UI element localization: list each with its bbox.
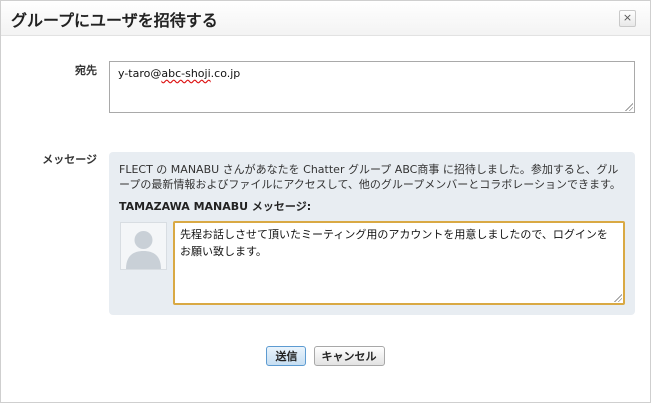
to-value-suffix: .co.jp xyxy=(210,67,241,80)
to-value-domain: abc-shoji xyxy=(161,67,211,80)
sender-heading: TAMAZAWA MANABU メッセージ: xyxy=(119,200,312,213)
cancel-button[interactable]: キャンセル xyxy=(313,346,385,366)
resize-grip-icon[interactable] xyxy=(625,103,633,111)
message-panel: FLECT の MANABU さんがあなたを Chatter グループ ABC商… xyxy=(109,152,635,315)
message-resize-grip-icon[interactable] xyxy=(614,294,622,302)
dialog-title: グループにユーザを招待する xyxy=(11,11,218,30)
avatar xyxy=(120,222,167,270)
to-label: 宛先 xyxy=(75,64,97,77)
close-icon: × xyxy=(622,11,633,24)
close-button[interactable]: × xyxy=(619,10,636,27)
dialog-titlebar: グループにユーザを招待する × xyxy=(1,1,650,36)
message-label: メッセージ xyxy=(42,153,97,166)
message-body: 先程お話しさせて頂いたミーティング用のアカウントを用意しましたので、ログインをお… xyxy=(180,228,608,258)
send-button[interactable]: 送信 xyxy=(266,346,307,366)
to-value-prefix: y-taro@ xyxy=(118,67,162,80)
button-bar: 送信 キャンセル xyxy=(1,346,650,366)
message-input[interactable]: 先程お話しさせて頂いたミーティング用のアカウントを用意しましたので、ログインをお… xyxy=(173,221,625,305)
invite-text: FLECT の MANABU さんがあなたを Chatter グループ ABC商… xyxy=(119,163,621,191)
avatar-placeholder-icon xyxy=(126,231,161,269)
to-field[interactable]: y-taro@abc-shoji.co.jp xyxy=(109,61,635,113)
invite-dialog: グループにユーザを招待する × 宛先 y-taro@abc-shoji.co.j… xyxy=(0,0,651,403)
